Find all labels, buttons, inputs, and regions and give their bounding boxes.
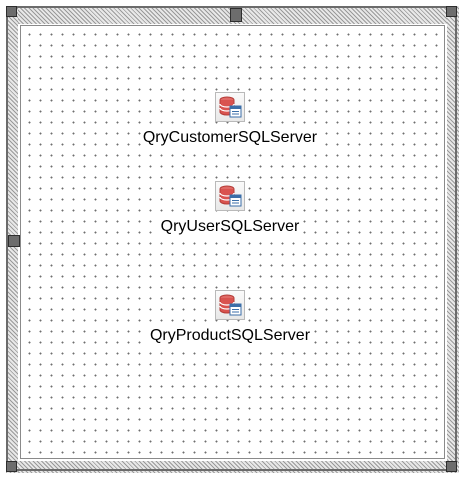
database-query-icon	[215, 290, 245, 320]
resize-handle-bottom-right[interactable]	[446, 461, 457, 472]
component-label: QryUserSQLServer	[158, 218, 302, 236]
resize-handle-bottom-left[interactable]	[6, 461, 17, 472]
resize-handle-top-center[interactable]	[230, 8, 242, 22]
resize-handle-top-right[interactable]	[446, 6, 457, 17]
database-query-icon	[215, 181, 245, 211]
resize-handle-top-left[interactable]	[6, 6, 17, 17]
component-qry-product[interactable]: QryProductSQLServer	[110, 290, 350, 345]
component-label: QryCustomerSQLServer	[140, 129, 320, 147]
component-label: QryProductSQLServer	[147, 327, 313, 345]
resize-handle-middle-left[interactable]	[8, 235, 20, 247]
component-qry-customer[interactable]: QryCustomerSQLServer	[110, 92, 350, 147]
design-surface[interactable]	[20, 25, 445, 459]
database-query-icon	[215, 92, 245, 122]
component-qry-user[interactable]: QryUserSQLServer	[110, 181, 350, 236]
